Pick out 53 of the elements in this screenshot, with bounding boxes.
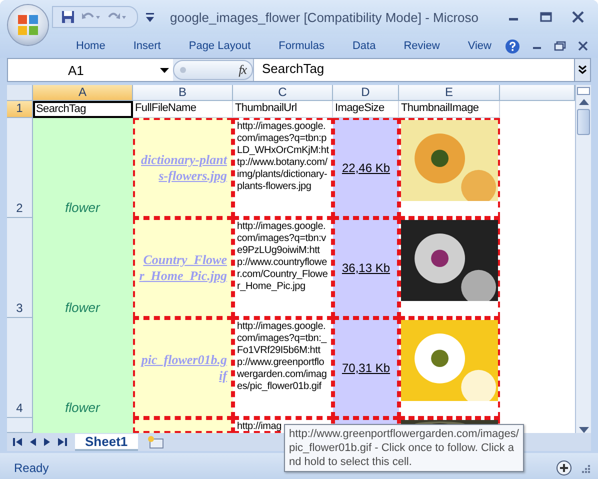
table-cell: ThumbnailImage [399,101,500,118]
insert-function-button[interactable]: fx [238,62,246,78]
office-button[interactable] [8,5,48,45]
scroll-up-icon[interactable] [578,99,588,105]
expand-button[interactable] [574,59,590,81]
resize-grip-icon[interactable] [580,462,590,472]
restore-icon[interactable] [554,41,566,51]
ribbon-tab[interactable]: Review [390,40,454,52]
row-header[interactable]: 4 [7,318,33,418]
window-title: google_images_flower [Compatibility Mode] - Microso [170,10,479,24]
last-sheet-icon[interactable] [58,438,67,446]
table-cell: SearchTag [33,101,133,118]
column-header[interactable]: E [399,85,500,101]
zoom-in-icon[interactable] [556,460,572,476]
status-text: Ready [14,460,49,474]
column-header[interactable]: C [233,85,333,101]
table-cell: ThumbnailUrl [233,101,333,118]
dropdown-arrow-icon [160,68,169,72]
table-cell: flower [33,318,133,418]
ribbon-tab[interactable]: Home [62,40,120,52]
sheet-tab[interactable]: Sheet1 [75,434,138,450]
hyperlink-tooltip: http://www.greenportflowergarden.com/images/pic_flower01b.gif - Click once to follow. Click and hold to select this cell. [284,424,524,472]
size-link[interactable]: 22,46 Kb [342,161,390,175]
column-header[interactable]: D [333,85,399,101]
double-chevron-icon [578,65,587,75]
split-handle[interactable] [577,87,590,95]
size-link[interactable]: 36,13 Kb [342,261,390,275]
vertical-scrollbar[interactable] [575,85,591,433]
close-icon[interactable] [572,11,584,23]
ribbon-tab[interactable]: View [454,40,506,52]
row-header[interactable]: 2 [7,118,33,218]
row-header[interactable]: 3 [7,218,33,318]
insert-sheet-icon[interactable] [146,435,164,449]
ribbon-tab[interactable]: Page Layout [174,40,265,52]
size-link[interactable]: 70,31 Kb [342,361,390,375]
previous-sheet-icon[interactable] [30,438,36,446]
column-header[interactable]: A [33,85,133,101]
help-icon[interactable] [505,38,520,54]
office-logo-icon [17,14,39,36]
save-icon[interactable] [61,10,75,24]
table-cell: flower [33,218,133,318]
row-header[interactable]: 1 [7,101,33,118]
scroll-thumb[interactable] [577,109,590,135]
close-icon[interactable] [578,41,588,51]
ribbon-tab[interactable]: Data [338,40,390,52]
customize-dropdown-icon[interactable] [146,12,154,22]
first-sheet-icon[interactable] [13,438,22,446]
ribbon-tab[interactable]: Insert [119,40,175,52]
maximize-icon[interactable] [540,11,552,23]
next-sheet-icon[interactable] [44,438,50,446]
column-header[interactable]: B [133,85,233,101]
table-cell: flower [33,118,133,218]
ribbon-tab[interactable]: Formulas [264,40,338,52]
